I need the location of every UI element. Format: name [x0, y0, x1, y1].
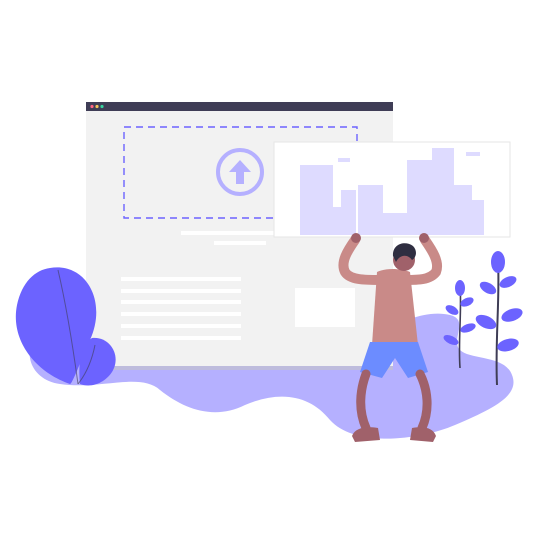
caption-line [181, 231, 277, 235]
upload-illustration [0, 0, 550, 550]
window-dots-icon [90, 104, 104, 109]
held-image-panel [273, 141, 511, 238]
caption-line [214, 241, 266, 245]
browser-footer [86, 366, 393, 370]
illustration-canvas [15, 102, 523, 442]
image-slot [295, 288, 355, 327]
browser-titlebar [86, 102, 393, 111]
